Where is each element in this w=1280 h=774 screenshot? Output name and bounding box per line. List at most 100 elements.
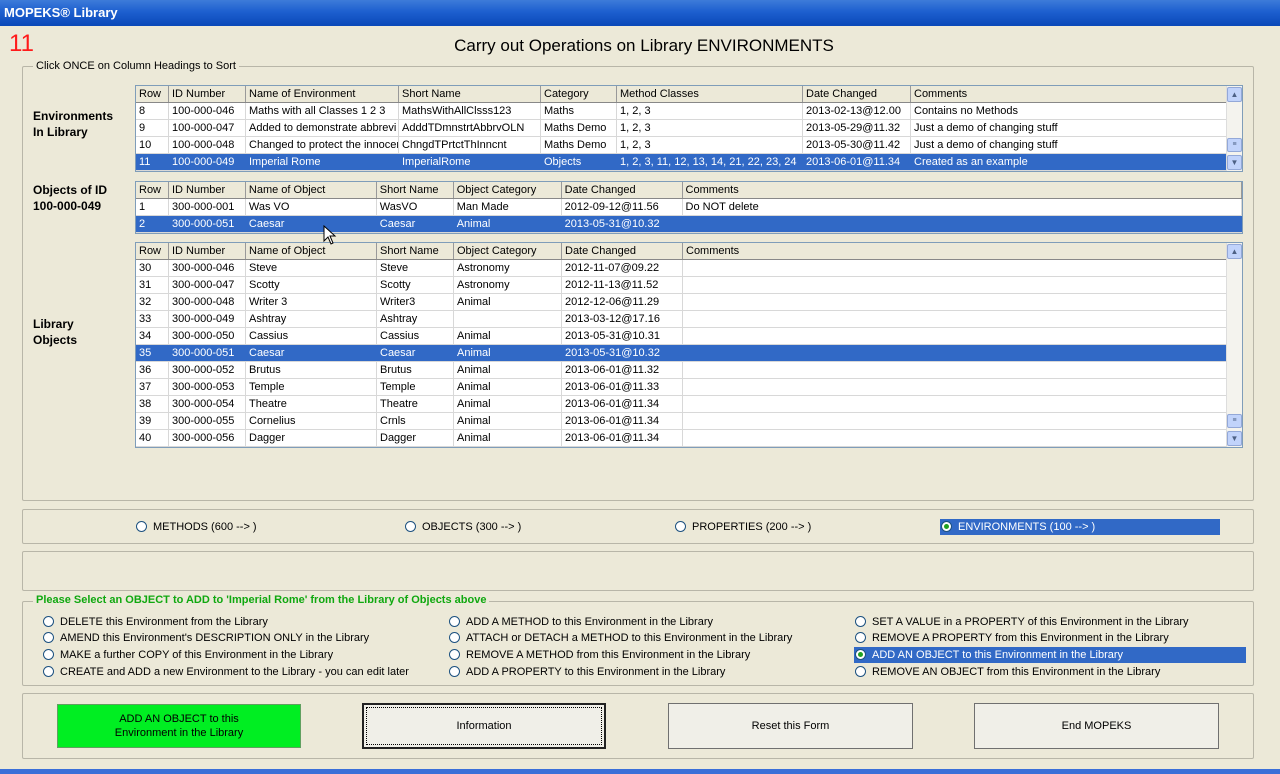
radio-button-icon[interactable] bbox=[43, 616, 54, 627]
add-object-action-button[interactable]: ADD AN OBJECT to this Environment in the… bbox=[57, 704, 301, 748]
table-cell: 36 bbox=[136, 362, 169, 378]
table-row[interactable]: 2 300-000-051 Caesar Caesar Animal 2013-05-31… bbox=[136, 216, 1242, 233]
table-row[interactable]: 36 300-000-052 Brutus Brutus Animal 2013-06-0… bbox=[136, 362, 1242, 379]
operation-radio[interactable]: DELETE this Environment from the Library bbox=[42, 614, 422, 630]
column-header[interactable]: ID Number bbox=[169, 182, 246, 198]
table-row[interactable]: 34 300-000-050 Cassius Cassius Animal 2013-05… bbox=[136, 328, 1242, 345]
table-cell: Animal bbox=[454, 328, 562, 344]
table-row[interactable]: 33 300-000-049 Ashtray Ashtray 2013-03-12@17… bbox=[136, 311, 1242, 328]
column-header[interactable]: Row bbox=[136, 182, 169, 198]
column-header[interactable]: Date Changed bbox=[562, 243, 683, 259]
operation-radio[interactable]: ADD A METHOD to this Environment in the … bbox=[448, 614, 828, 630]
vertical-scrollbar[interactable]: ▲ ≡ ▼ bbox=[1226, 86, 1242, 171]
table-row[interactable]: 8 100-000-046 Maths with all Classes 1 2 3… bbox=[136, 103, 1242, 120]
radio-label: ADD AN OBJECT to this Environment in the… bbox=[872, 649, 1124, 661]
column-header[interactable]: Comments bbox=[683, 182, 1242, 198]
radio-button-icon[interactable] bbox=[449, 666, 460, 677]
table-row[interactable]: 40 300-000-056 Dagger Dagger Animal 2013-06-0… bbox=[136, 430, 1242, 447]
scroll-up-icon[interactable]: ▲ bbox=[1227, 244, 1242, 259]
radio-button-icon[interactable] bbox=[855, 632, 866, 643]
column-header[interactable]: Object Category bbox=[454, 182, 562, 198]
column-header[interactable]: ID Number bbox=[169, 243, 246, 259]
table-row[interactable]: 35 300-000-051 Caesar Caesar Animal 2013-05-3… bbox=[136, 345, 1242, 362]
operation-radio[interactable]: CREATE and ADD a new Environment to the … bbox=[42, 664, 422, 680]
column-header[interactable]: Row bbox=[136, 86, 169, 102]
column-header[interactable]: Object Category bbox=[454, 243, 562, 259]
column-header[interactable]: ID Number bbox=[169, 86, 246, 102]
operation-radio[interactable]: ADD A PROPERTY to this Environment in th… bbox=[448, 664, 828, 680]
column-header[interactable]: Name of Object bbox=[246, 243, 377, 259]
column-header[interactable]: Name of Object bbox=[246, 182, 377, 198]
library-type-radio[interactable]: METHODS (600 --> ) bbox=[135, 519, 295, 535]
radio-button-icon[interactable] bbox=[43, 632, 54, 643]
objects-of-label-id: 100-000-049 bbox=[33, 199, 102, 213]
scroll-thumb-icon[interactable]: ≡ bbox=[1227, 138, 1242, 152]
table-cell: Animal bbox=[454, 430, 562, 446]
operation-radio[interactable]: REMOVE AN OBJECT from this Environment i… bbox=[854, 664, 1246, 680]
taskbar bbox=[0, 769, 1280, 774]
radio-button-icon[interactable] bbox=[941, 521, 952, 532]
column-header[interactable]: Short Name bbox=[377, 182, 454, 198]
radio-button-icon[interactable] bbox=[855, 616, 866, 627]
table-row[interactable]: 30 300-000-046 Steve Steve Astronomy 2012-11-… bbox=[136, 260, 1242, 277]
operation-radio[interactable]: MAKE a further COPY of this Environment … bbox=[42, 647, 422, 663]
table-cell: 31 bbox=[136, 277, 169, 293]
scroll-down-icon[interactable]: ▼ bbox=[1227, 431, 1242, 446]
column-header[interactable]: Name of Environment bbox=[246, 86, 399, 102]
table-cell: 2 bbox=[136, 216, 169, 232]
scroll-thumb-icon[interactable]: ≡ bbox=[1227, 414, 1242, 428]
operation-radio[interactable]: REMOVE A METHOD from this Environment in… bbox=[448, 647, 828, 663]
radio-button-icon[interactable] bbox=[43, 666, 54, 677]
operation-radio[interactable]: REMOVE A PROPERTY from this Environment … bbox=[854, 630, 1246, 646]
information-button[interactable]: Information bbox=[362, 703, 606, 749]
radio-button-icon[interactable] bbox=[405, 521, 416, 532]
scroll-down-icon[interactable]: ▼ bbox=[1227, 155, 1242, 170]
table-row[interactable]: 10 100-000-048 Changed to protect the inno… bbox=[136, 137, 1242, 154]
table-cell bbox=[683, 294, 1227, 310]
column-header[interactable]: Method Classes bbox=[617, 86, 803, 102]
column-header[interactable]: Category bbox=[541, 86, 617, 102]
reset-form-button[interactable]: Reset this Form bbox=[668, 703, 913, 749]
operation-radio[interactable]: ADD AN OBJECT to this Environment in the… bbox=[854, 647, 1246, 663]
radio-button-icon[interactable] bbox=[449, 649, 460, 660]
scroll-up-icon[interactable]: ▲ bbox=[1227, 87, 1242, 102]
table-cell: Brutus bbox=[377, 362, 454, 378]
table-row[interactable]: 31 300-000-047 Scotty Scotty Astronomy 2012-1… bbox=[136, 277, 1242, 294]
operation-radio[interactable]: SET A VALUE in a PROPERTY of this Enviro… bbox=[854, 614, 1246, 630]
column-header[interactable]: Comments bbox=[911, 86, 1227, 102]
radio-button-icon[interactable] bbox=[449, 616, 460, 627]
column-header[interactable]: Date Changed bbox=[803, 86, 911, 102]
radio-button-icon[interactable] bbox=[855, 666, 866, 677]
table-row[interactable]: 9 100-000-047 Added to demonstrate abbrevi… bbox=[136, 120, 1242, 137]
environments-table[interactable]: Row ID Number Name of Environment Short Nam… bbox=[135, 85, 1243, 172]
radio-button-icon[interactable] bbox=[675, 521, 686, 532]
operation-radio[interactable]: AMEND this Environment's DESCRIPTION ONL… bbox=[42, 630, 422, 646]
library-objects-table[interactable]: Row ID Number Name of Object Short Name Obje… bbox=[135, 242, 1243, 448]
table-cell: 30 bbox=[136, 260, 169, 276]
column-header[interactable]: Row bbox=[136, 243, 169, 259]
table-row[interactable]: 32 300-000-048 Writer 3 Writer3 Animal 2012-1… bbox=[136, 294, 1242, 311]
column-header[interactable]: Date Changed bbox=[562, 182, 683, 198]
radio-button-icon[interactable] bbox=[449, 632, 460, 643]
table-cell: Temple bbox=[246, 379, 377, 395]
radio-button-icon[interactable] bbox=[136, 521, 147, 532]
table-row[interactable]: 37 300-000-053 Temple Temple Animal 2013-06-0… bbox=[136, 379, 1242, 396]
vertical-scrollbar[interactable]: ▲ ≡ ▼ bbox=[1226, 243, 1242, 447]
library-type-radio[interactable]: ENVIRONMENTS (100 --> ) bbox=[940, 519, 1220, 535]
radio-button-icon[interactable] bbox=[855, 649, 866, 660]
environments-label: Environments In Library bbox=[33, 108, 113, 140]
column-header[interactable]: Comments bbox=[683, 243, 1227, 259]
end-mopeks-button[interactable]: End MOPEKS bbox=[974, 703, 1219, 749]
radio-button-icon[interactable] bbox=[43, 649, 54, 660]
library-type-radio[interactable]: OBJECTS (300 --> ) bbox=[404, 519, 564, 535]
table-row[interactable]: 11 100-000-049 Imperial Rome ImperialRome Ob… bbox=[136, 154, 1242, 171]
library-type-radio[interactable]: PROPERTIES (200 --> ) bbox=[674, 519, 834, 535]
column-header[interactable]: Short Name bbox=[377, 243, 454, 259]
table-row[interactable]: 1 300-000-001 Was VO WasVO Man Made 2012-09-1… bbox=[136, 199, 1242, 216]
column-header[interactable]: Short Name bbox=[399, 86, 541, 102]
table-cell: 38 bbox=[136, 396, 169, 412]
table-row[interactable]: 38 300-000-054 Theatre Theatre Animal 2013-06… bbox=[136, 396, 1242, 413]
table-row[interactable]: 39 300-000-055 Cornelius Crnls Animal 2013-06… bbox=[136, 413, 1242, 430]
environment-objects-table[interactable]: Row ID Number Name of Object Short Name Obje… bbox=[135, 181, 1243, 234]
operation-radio[interactable]: ATTACH or DETACH a METHOD to this Enviro… bbox=[448, 630, 828, 646]
